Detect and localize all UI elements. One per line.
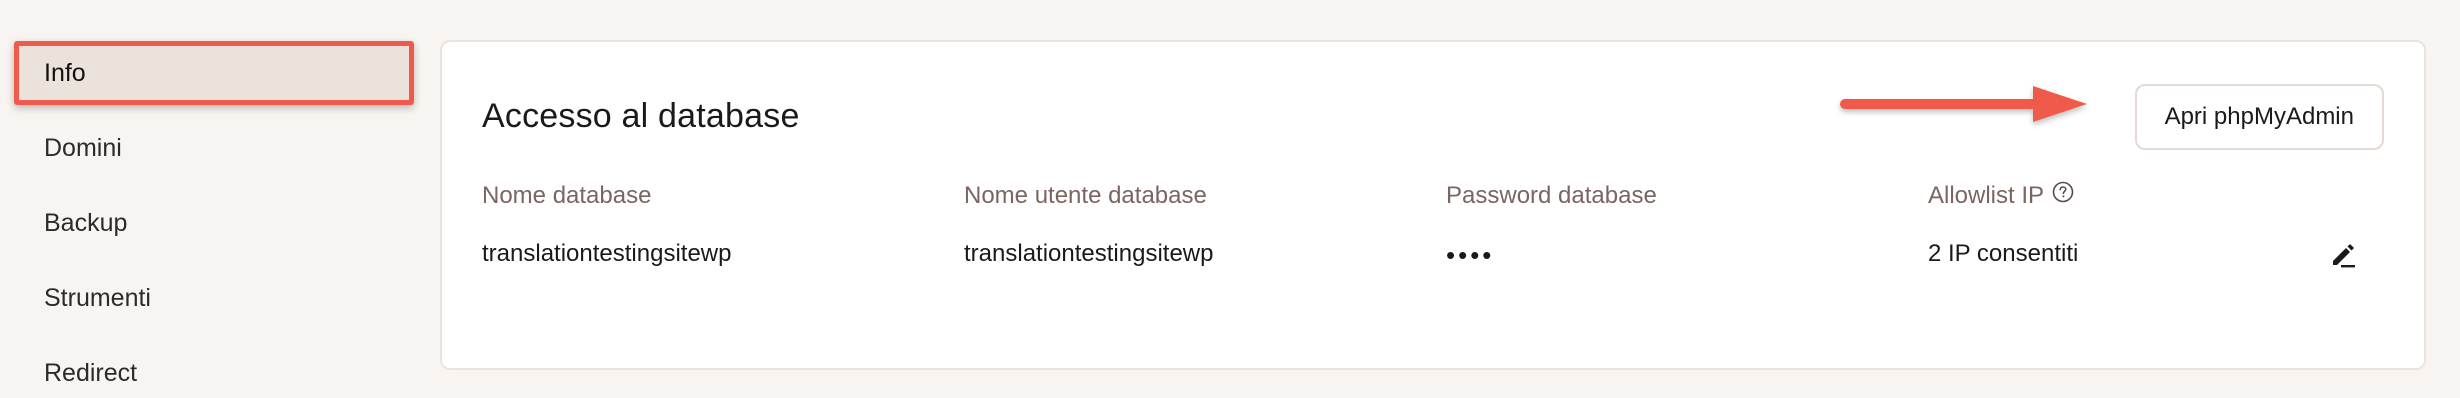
database-access-card: Accesso al database Apri phpMyAdmin Nome… [440, 40, 2426, 370]
help-circle-icon[interactable] [2052, 181, 2074, 203]
field-database-name: Nome database translationtestingsitewp [482, 182, 731, 268]
field-label: Password database [1446, 182, 1657, 209]
sidebar-item-redirect[interactable]: Redirect [18, 345, 412, 398]
field-label: Nome utente database [964, 182, 1207, 209]
field-database-password: Password database •••• [1446, 182, 1657, 271]
sidebar-item-label: Backup [44, 208, 128, 237]
field-label-row: Allowlist IP [1928, 181, 2078, 210]
sidebar: Info Domini Backup Strumenti Redirect [0, 0, 430, 398]
sidebar-item-info[interactable]: Info [18, 45, 412, 101]
sidebar-item-strumenti[interactable]: Strumenti [18, 270, 412, 326]
open-phpmyadmin-button[interactable]: Apri phpMyAdmin [2134, 84, 2384, 150]
field-value: translationtestingsitewp [964, 240, 1214, 267]
password-value: •••• [1446, 240, 1495, 270]
sidebar-item-domini[interactable]: Domini [18, 120, 412, 176]
field-database-user: Nome utente database translationtestings… [964, 182, 1213, 268]
page: Info Domini Backup Strumenti Redirect Ac… [0, 0, 2460, 398]
pencil-edit-icon[interactable] [2328, 238, 2360, 270]
field-ip-allowlist: Allowlist IP 2 IP consentiti [1928, 181, 2079, 268]
sidebar-item-backup[interactable]: Backup [18, 195, 412, 251]
field-value: 2 IP consentiti [1928, 240, 2079, 267]
sidebar-item-label: Domini [44, 133, 122, 162]
sidebar-item-label: Redirect [44, 358, 138, 387]
field-value: translationtestingsitewp [482, 240, 732, 267]
field-label: Nome database [482, 182, 652, 209]
sidebar-item-label: Strumenti [44, 283, 151, 312]
card-title: Accesso al database [482, 97, 800, 135]
field-label: Allowlist IP [1928, 182, 2045, 209]
sidebar-item-label: Info [44, 58, 86, 87]
